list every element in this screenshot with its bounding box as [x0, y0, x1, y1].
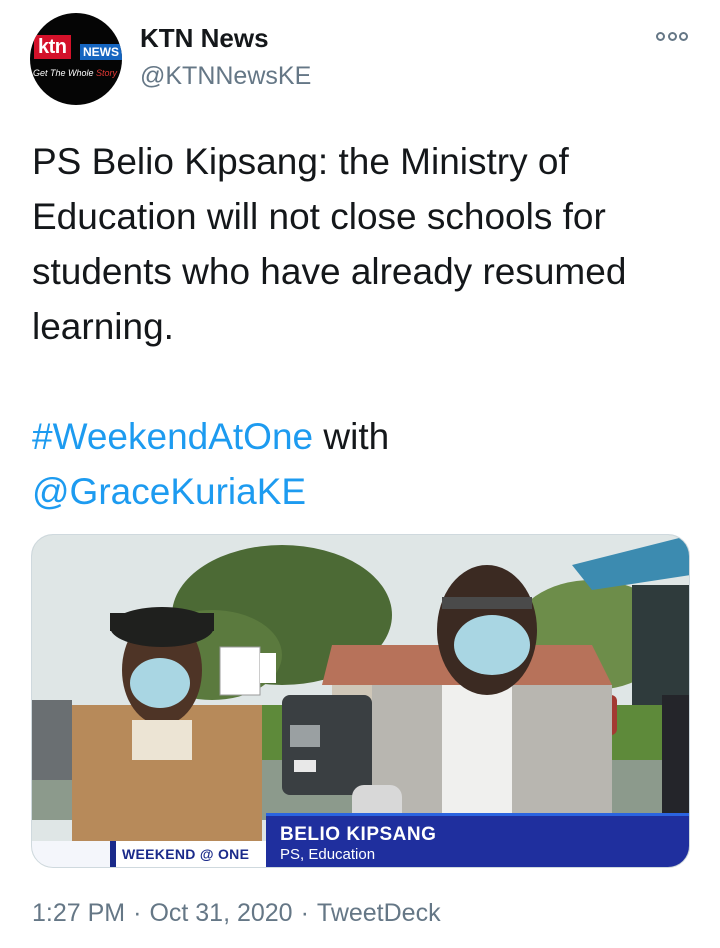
caption-person-name: BELIO KIPSANG [280, 824, 437, 845]
tweet-body: PS Belio Kipsang: the Ministry of Educat… [32, 141, 627, 347]
tweet-text: PS Belio Kipsang: the Ministry of Educat… [32, 134, 692, 519]
tweet-source[interactable]: TweetDeck [317, 899, 441, 927]
ktn-tagline: Get The Whole Story [33, 68, 118, 78]
broadcast-lower-third: WEEKEND @ ONE BELIO KIPSANG PS, Educatio… [32, 813, 689, 867]
name-caption-box: BELIO KIPSANG PS, Education [266, 813, 689, 867]
meta-separator: · [300, 899, 309, 927]
ktn-logo-badge: NEWS [80, 44, 122, 60]
tweet-connector: with [313, 416, 390, 457]
tweet-media-image[interactable]: WEEKEND @ ONE BELIO KIPSANG PS, Educatio… [31, 534, 690, 868]
meta-separator: · [133, 899, 142, 927]
more-options-icon[interactable] [656, 29, 688, 43]
tweet-time[interactable]: 1:27 PM [32, 899, 125, 927]
ktn-logo-text: ktn [34, 35, 71, 59]
avatar[interactable]: ktn NEWS Get The Whole Story [30, 13, 122, 105]
caption-person-role: PS, Education [280, 846, 376, 863]
hashtag-link[interactable]: #WeekendAtOne [32, 416, 313, 457]
user-handle[interactable]: @KTNNewsKE [140, 61, 311, 91]
tweet-header: ktn NEWS Get The Whole Story KTN News @K… [30, 13, 690, 105]
mention-link[interactable]: @GraceKuriaKE [32, 471, 306, 512]
display-name[interactable]: KTN News [140, 23, 269, 53]
tweet-tags-line: #WeekendAtOne with [32, 409, 692, 464]
tweet-date[interactable]: Oct 31, 2020 [149, 899, 292, 927]
tweet-meta: 1:27 PM · Oct 31, 2020 · TweetDeck [32, 897, 441, 929]
show-name-label: WEEKEND @ ONE [110, 841, 290, 867]
